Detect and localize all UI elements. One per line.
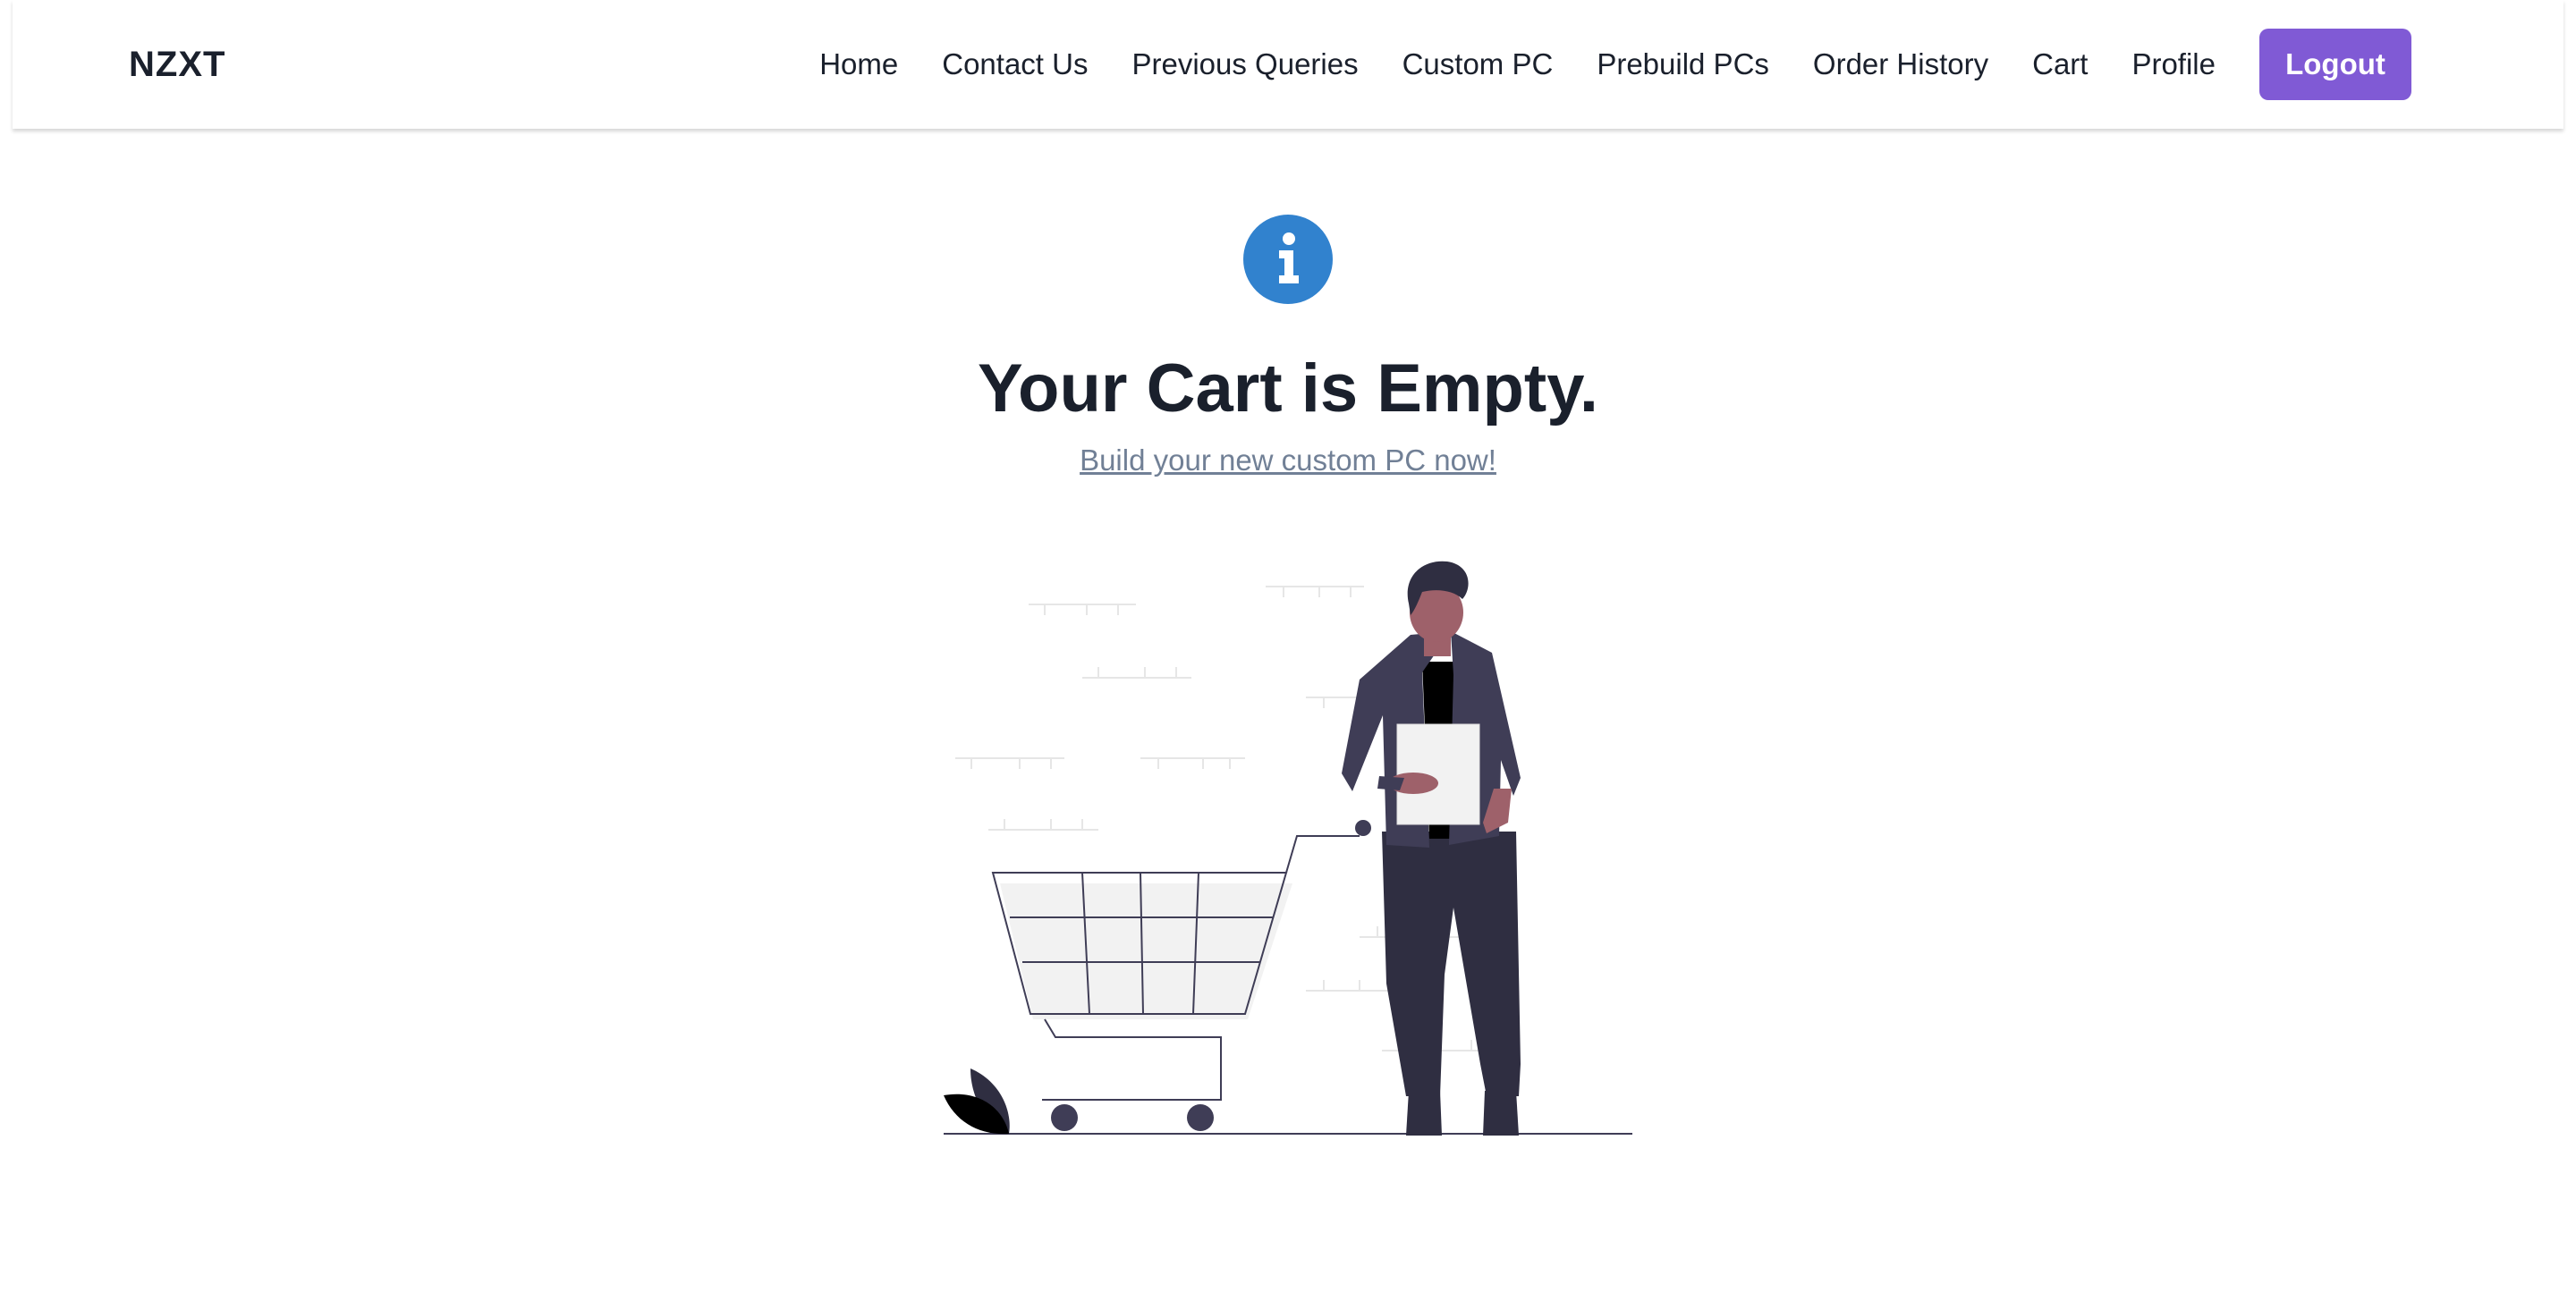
plant <box>944 1068 1010 1135</box>
nav-link-cart[interactable]: Cart <box>2032 47 2088 81</box>
logout-button[interactable]: Logout <box>2259 29 2411 100</box>
empty-cart-illustration <box>944 561 1632 1136</box>
info-icon <box>1243 215 1333 304</box>
nav-links: Home Contact Us Previous Queries Custom … <box>819 0 2563 129</box>
nav-link-prebuild-pcs[interactable]: Prebuild PCs <box>1597 47 1769 81</box>
nav-link-home[interactable]: Home <box>819 47 898 81</box>
nav-link-contact-us[interactable]: Contact Us <box>942 47 1088 81</box>
nav-link-profile[interactable]: Profile <box>2131 47 2216 81</box>
nav-link-previous-queries[interactable]: Previous Queries <box>1131 47 1358 81</box>
empty-cart-title: Your Cart is Empty. <box>978 350 1598 426</box>
build-custom-pc-link[interactable]: Build your new custom PC now! <box>1080 443 1496 477</box>
nav-link-order-history[interactable]: Order History <box>1813 47 1988 81</box>
nav-link-custom-pc[interactable]: Custom PC <box>1402 47 1554 81</box>
person <box>1342 561 1521 1136</box>
cta-container: Build your new custom PC now! <box>0 438 2576 483</box>
shopping-cart <box>991 820 1371 1131</box>
navbar: NZXT Home Contact Us Previous Queries Cu… <box>13 0 2563 129</box>
brand-logo[interactable]: NZXT <box>129 45 225 85</box>
